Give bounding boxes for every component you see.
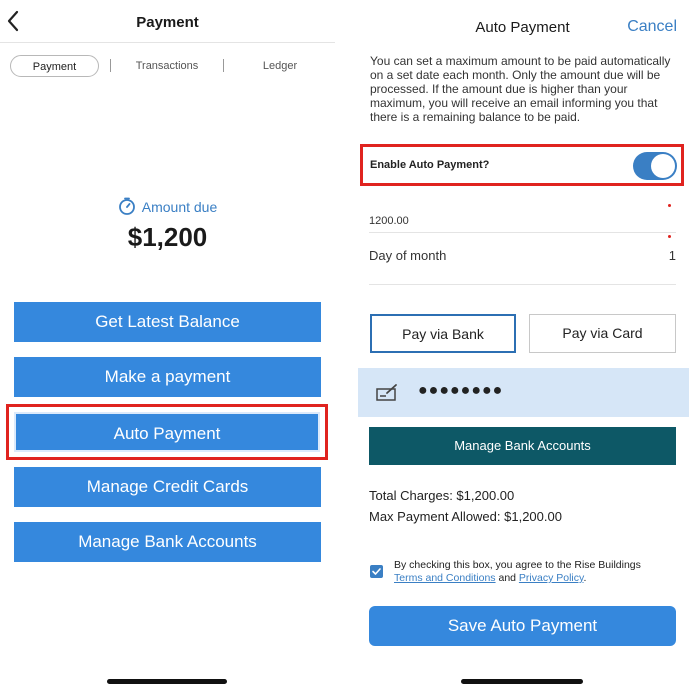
- cancel-button[interactable]: Cancel: [627, 18, 677, 36]
- highlight-box: Auto Payment: [6, 404, 328, 460]
- page-title: Payment: [136, 14, 199, 31]
- tab-transactions[interactable]: Transactions: [122, 55, 212, 77]
- tab-divider: [110, 59, 111, 72]
- field-underline: [369, 284, 676, 285]
- agreement-and: and: [495, 572, 519, 584]
- max-amount-input[interactable]: 1200.00: [369, 215, 409, 227]
- day-of-month-value[interactable]: 1: [669, 248, 676, 263]
- home-indicator: [107, 679, 227, 684]
- agreement-checkbox[interactable]: [370, 565, 383, 578]
- pay-via-card-button[interactable]: Pay via Card: [529, 314, 676, 353]
- save-auto-payment-button[interactable]: Save Auto Payment: [369, 606, 676, 646]
- enable-auto-payment-toggle[interactable]: [633, 152, 677, 180]
- total-charges: Total Charges: $1,200.00: [369, 488, 515, 503]
- amount-due-value: $1,200: [127, 222, 208, 252]
- home-indicator: [461, 679, 583, 684]
- timer-icon: [118, 197, 135, 215]
- max-payment-allowed: Max Payment Allowed: $1,200.00: [369, 509, 562, 524]
- screen-divider: [340, 0, 350, 694]
- privacy-link[interactable]: Privacy Policy: [519, 572, 584, 584]
- enable-auto-payment-row: Enable Auto Payment?: [360, 144, 684, 186]
- tab-ledger[interactable]: Ledger: [240, 55, 320, 77]
- tab-payment[interactable]: Payment: [10, 55, 99, 77]
- bank-account-number: ●●●●●●●●: [418, 382, 504, 399]
- amount-due-label: Amount due: [141, 199, 218, 215]
- bank-account-row[interactable]: ●●●●●●●●: [358, 368, 689, 417]
- agreement-suffix: .: [583, 572, 587, 584]
- day-of-month-label: Day of month: [369, 248, 447, 263]
- agreement-text: By checking this box, you agree to the R…: [394, 559, 679, 585]
- auto-payment-screen: Auto Payment Cancel You can set a maximu…: [350, 0, 697, 694]
- amount-due-label-row: Amount due: [0, 197, 335, 215]
- payment-tabs: Payment Transactions Ledger: [0, 52, 335, 80]
- toggle-knob: [651, 154, 675, 178]
- bank-check-icon: [376, 384, 397, 401]
- manage-bank-accounts-button[interactable]: Manage Bank Accounts: [369, 427, 676, 465]
- field-underline: [369, 232, 676, 233]
- get-latest-balance-button[interactable]: Get Latest Balance: [14, 302, 321, 342]
- auto-payment-button[interactable]: Auto Payment: [14, 412, 320, 452]
- required-indicator: [668, 235, 671, 238]
- payment-screen: Payment Payment Transactions Ledger Amou…: [0, 0, 340, 694]
- required-indicator: [668, 204, 671, 207]
- enable-auto-payment-label: Enable Auto Payment?: [370, 159, 490, 171]
- manage-bank-accounts-button[interactable]: Manage Bank Accounts: [14, 522, 321, 562]
- make-payment-button[interactable]: Make a payment: [14, 357, 321, 397]
- agreement-prefix: By checking this box, you agree to the R…: [394, 559, 641, 571]
- terms-link[interactable]: Terms and Conditions: [394, 572, 496, 584]
- checkmark-icon: [372, 568, 381, 575]
- pay-via-bank-button[interactable]: Pay via Bank: [370, 314, 516, 353]
- tab-divider: [223, 59, 224, 72]
- manage-credit-cards-button[interactable]: Manage Credit Cards: [14, 467, 321, 507]
- payment-header: Payment: [0, 0, 335, 43]
- auto-payment-description: You can set a maximum amount to be paid …: [370, 54, 671, 124]
